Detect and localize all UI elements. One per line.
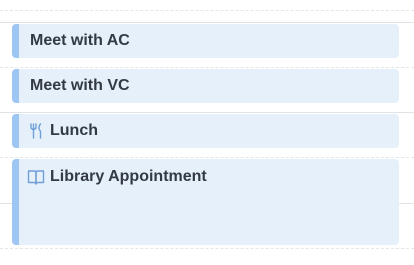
time-gridline xyxy=(0,67,414,68)
time-gridline xyxy=(0,248,414,249)
calendar-event-meet-with-ac[interactable]: Meet with AC xyxy=(12,24,399,58)
calendar-event-meet-with-vc[interactable]: Meet with VC xyxy=(12,69,399,103)
time-gridline xyxy=(0,112,414,113)
time-gridline xyxy=(0,22,414,23)
calendar-event-library-appointment[interactable]: Library Appointment xyxy=(12,159,399,245)
calendar-event-lunch[interactable]: Lunch xyxy=(12,114,399,148)
event-title: Lunch xyxy=(50,122,98,139)
event-title: Meet with AC xyxy=(30,32,130,49)
time-gridline xyxy=(0,10,414,11)
fork-knife-icon xyxy=(27,122,47,140)
event-title: Library Appointment xyxy=(50,168,207,185)
event-title: Meet with VC xyxy=(30,77,130,94)
book-icon xyxy=(27,168,47,186)
time-gridline xyxy=(0,157,414,158)
